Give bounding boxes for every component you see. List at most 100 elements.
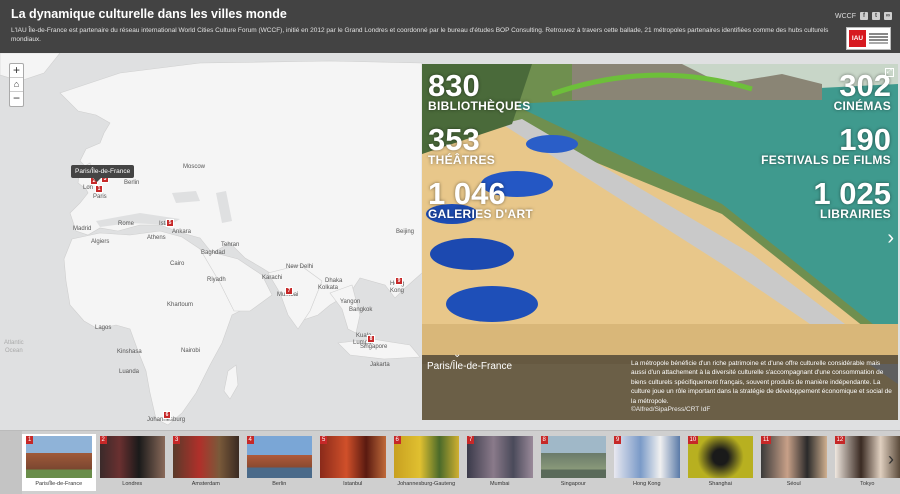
city-label-rome: Rome bbox=[118, 221, 135, 227]
city-label-bangkok: Bangkok bbox=[349, 307, 373, 313]
thumbnail-label: Hong Kong bbox=[632, 481, 661, 487]
link-icon[interactable]: ∞ bbox=[884, 12, 892, 20]
caption-title: Paris/Île-de-France bbox=[427, 361, 513, 372]
page-title: La dynamique culturelle dans les villes … bbox=[11, 7, 287, 21]
city-label-cairo: Cairo bbox=[170, 261, 185, 267]
thumbnail-index: 8 bbox=[540, 436, 548, 444]
share-bar: WCCF f t ∞ bbox=[835, 12, 892, 20]
stat-festivals: 190 FESTIVALS DE FILMS bbox=[761, 122, 891, 167]
city-label-jakarta: Jakarta bbox=[370, 362, 390, 368]
facebook-icon[interactable]: f bbox=[860, 12, 868, 20]
city-label-moscow: Moscow bbox=[183, 164, 206, 170]
city-label-khartoum: Khartoum bbox=[167, 302, 194, 308]
ocean-label-atlantic: Atlantic Ocean bbox=[4, 340, 24, 354]
city-label-paris: Paris bbox=[93, 194, 107, 200]
thumbnail-label: Paris/Île-de-France bbox=[35, 481, 83, 487]
thumbnail-index: 9 bbox=[614, 436, 622, 444]
stat-theatres: 353 THÉÂTRES bbox=[428, 122, 496, 167]
thumbnail-item[interactable]: 11 Séoul bbox=[757, 434, 831, 491]
iau-logo-mark: IAU bbox=[849, 30, 866, 47]
map-marker-singapore[interactable]: 8 bbox=[367, 335, 375, 343]
stat-bibliotheques: 830 BIBLIOTHÈQUES bbox=[428, 68, 531, 113]
map-marker-mumbai[interactable]: 7 bbox=[285, 287, 293, 295]
iau-logo-text-lines bbox=[869, 33, 888, 35]
zoom-in-button[interactable]: + bbox=[10, 64, 23, 78]
thumbnail-label: Londres bbox=[122, 481, 143, 487]
strip-next-icon[interactable]: › bbox=[888, 449, 894, 470]
thumbnail-label: Istanbul bbox=[343, 481, 363, 487]
city-label-ankara: Ankara bbox=[172, 229, 192, 235]
thumbnail-item[interactable]: 1 Paris/Île-de-France bbox=[22, 434, 96, 491]
thumbnail-image bbox=[99, 436, 165, 478]
city-label-algiers: Algiers bbox=[91, 239, 110, 245]
city-label-kolkata: Kolkata bbox=[318, 285, 339, 291]
zoom-out-button[interactable]: − bbox=[10, 92, 23, 106]
page-subtitle: L'IAU Île-de-France est partenaire du ré… bbox=[11, 27, 829, 43]
thumbnail-index: 3 bbox=[173, 436, 181, 444]
map-marker-paris[interactable]: 1 bbox=[95, 185, 103, 193]
collapse-chevron-icon[interactable]: ⌄ bbox=[453, 349, 461, 360]
city-label-tehran: Tehran bbox=[221, 242, 240, 248]
thumbnail-label: Mumbai bbox=[489, 481, 510, 487]
thumbnail-image bbox=[320, 436, 386, 478]
thumbnail-item[interactable]: 10 Shanghai bbox=[684, 434, 758, 491]
thumbnail-label: Tokyo bbox=[860, 481, 875, 487]
thumbnail-index: 7 bbox=[467, 436, 475, 444]
thumbnail-item[interactable]: 4 Berlin bbox=[243, 434, 317, 491]
thumbnail-item[interactable]: 3 Amsterdam bbox=[169, 434, 243, 491]
thumbnail-image bbox=[393, 436, 459, 478]
thumbnail-image bbox=[246, 436, 312, 478]
thumbnail-image bbox=[540, 436, 606, 478]
city-label-kinshasa: Kinshasa bbox=[117, 349, 142, 355]
iau-logo[interactable]: IAU bbox=[846, 27, 891, 50]
city-label-hongkong-2: Kong bbox=[390, 288, 405, 294]
slide-next-icon[interactable]: › bbox=[887, 227, 894, 250]
zoom-control: + ⌂ − bbox=[9, 63, 24, 107]
city-label-lagos: Lagos bbox=[95, 325, 112, 331]
thumbnail-item[interactable]: 6 Johannesburg-Gauteng bbox=[390, 434, 464, 491]
twitter-icon[interactable]: t bbox=[872, 12, 880, 20]
city-label-karachi: Karachi bbox=[262, 275, 283, 281]
thumbnail-item[interactable]: 8 Singapour bbox=[537, 434, 611, 491]
thumbnail-item[interactable]: 2 Londres bbox=[96, 434, 170, 491]
city-label-madrid: Madrid bbox=[73, 226, 92, 232]
map-marker-johannesburg[interactable]: 6 bbox=[163, 411, 171, 419]
map-marker-istanbul[interactable]: 5 bbox=[166, 219, 174, 227]
thumbnail-label: Amsterdam bbox=[191, 481, 220, 487]
slide-caption: ⌄ Paris/Île-de-France La métropole bénéf… bbox=[422, 349, 898, 420]
city-label-yangon: Yangon bbox=[340, 299, 361, 305]
city-label-riyadh: Riyadh bbox=[207, 277, 226, 283]
thumbnail-index: 10 bbox=[687, 436, 699, 444]
city-label-london: Lon bbox=[83, 185, 94, 191]
caption-text: La métropole bénéficie d'un riche patrim… bbox=[631, 360, 892, 405]
thumbnail-index: 11 bbox=[761, 436, 772, 444]
thumbnail-label: Berlin bbox=[272, 481, 287, 487]
map-tooltip: Paris/Île-de-France bbox=[71, 165, 135, 182]
strip-left-bar bbox=[0, 431, 22, 494]
slide-panel: 830 BIBLIOTHÈQUES 302 CINÉMAS 353 THÉÂTR… bbox=[422, 64, 898, 420]
home-icon[interactable]: ⌂ bbox=[10, 78, 23, 92]
app-header: La dynamique culturelle dans les villes … bbox=[0, 0, 900, 53]
map-marker-hongkong[interactable]: 9 bbox=[395, 277, 403, 285]
thumbnail-image bbox=[467, 436, 533, 478]
stat-librairies: 1 025 LIBRAIRIES bbox=[813, 176, 891, 221]
thumbnail-index: 4 bbox=[246, 436, 254, 444]
thumbnail-index: 1 bbox=[26, 436, 34, 444]
thumbnail-image bbox=[173, 436, 239, 478]
city-label-luanda: Luanda bbox=[119, 369, 140, 375]
thumbnail-item[interactable]: 7 Mumbai bbox=[463, 434, 537, 491]
stat-cinemas: 302 CINÉMAS bbox=[833, 68, 891, 113]
thumbnail-item[interactable]: 5 Istanbul bbox=[316, 434, 390, 491]
photo-credit: ©Alfred/SipaPress/CRT IdF bbox=[631, 406, 711, 413]
thumbnail-item[interactable]: 9 Hong Kong bbox=[610, 434, 684, 491]
thumbnail-index: 6 bbox=[393, 436, 401, 444]
thumbnail-image bbox=[614, 436, 680, 478]
city-label-berlin: Berlin bbox=[124, 180, 140, 186]
expand-icon[interactable]: ⤢ bbox=[885, 68, 894, 77]
city-label-nairobi: Nairobi bbox=[181, 348, 201, 354]
thumbnail-index: 12 bbox=[834, 436, 846, 444]
share-label[interactable]: WCCF bbox=[835, 13, 856, 20]
city-label-baghdad: Baghdad bbox=[201, 250, 226, 256]
city-label-beijing: Beijing bbox=[396, 229, 415, 235]
thumbnail-label: Séoul bbox=[786, 481, 801, 487]
